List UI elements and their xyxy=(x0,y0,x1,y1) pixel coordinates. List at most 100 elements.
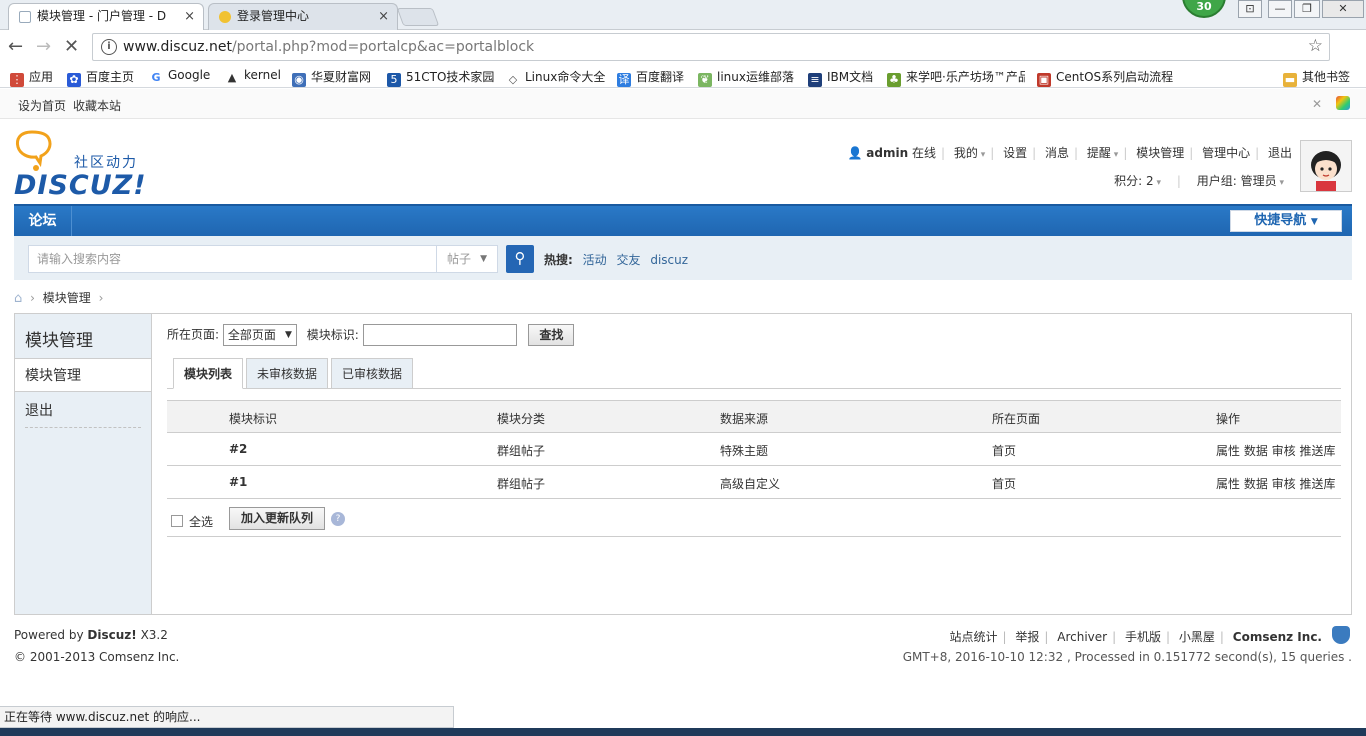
site-footer: Powered by Discuz! X3.2 © 2001-2013 Coms… xyxy=(14,624,1352,674)
bookmark-huaxia[interactable]: ◉ 华夏财富网 xyxy=(292,68,371,87)
company-link[interactable]: Comsenz Inc. xyxy=(1233,630,1322,644)
url-bar[interactable]: i www.discuz.net/portal.php?mod=portalcp… xyxy=(92,33,1330,61)
sidebar-item-module-management[interactable]: 模块管理 xyxy=(15,358,151,392)
bookmark-label: 51CTO技术家园 xyxy=(406,70,495,84)
row-actions[interactable]: 属性 数据 审核 推送库 xyxy=(1216,475,1335,492)
notification-badge[interactable]: 30 xyxy=(1182,0,1226,18)
nav-messages[interactable]: 消息 xyxy=(1045,146,1069,160)
bookmark-baidu-translate[interactable]: 译百度翻译 xyxy=(617,68,684,87)
search-type-select[interactable]: 帖子 ▼ xyxy=(436,245,498,273)
bookmark-label: 其他书签 xyxy=(1302,70,1351,84)
bookmark-linux-cmd[interactable]: ◇ Linux命令大全 xyxy=(506,68,605,87)
bookmark-star-icon[interactable]: ☆ xyxy=(1308,36,1323,56)
col-module-id: 模块标识 xyxy=(229,412,278,426)
user-icon[interactable]: ⊡ xyxy=(1238,0,1262,18)
user-meta: 积分: 2 ▾ | 用户组: 管理员 ▾ xyxy=(1114,174,1284,188)
site-top-strip: 设为首页 收藏本站 ✕ xyxy=(0,89,1366,119)
bookmark-apps[interactable]: ⋮ 应用 xyxy=(10,68,53,87)
minimize-button[interactable]: — xyxy=(1268,0,1292,18)
discuz-logo[interactable]: 社区动力 DISCUZ! xyxy=(14,130,154,201)
bookmark-ibm[interactable]: ≡ IBM文档 xyxy=(808,68,873,87)
product-link[interactable]: Discuz! xyxy=(87,628,136,642)
online-status: 在线 xyxy=(911,146,936,160)
apps-icon: ⋮ xyxy=(10,73,24,87)
browser-tab-bar: 模块管理 - 门户管理 - D × 登录管理中心 × 30 ⊡ — ❐ ✕ xyxy=(0,0,1366,31)
find-button[interactable]: 查找 xyxy=(528,324,575,346)
bookmark-laixueba[interactable]: ♣ 来学吧·乐产坊场™产品 xyxy=(887,68,1025,87)
link-site-stats[interactable]: 站点统计 xyxy=(949,630,997,644)
tab-unreviewed-data[interactable]: 未审核数据 xyxy=(246,358,328,389)
back-button[interactable]: ← xyxy=(8,36,23,57)
color-scheme-icon[interactable] xyxy=(1336,96,1350,110)
page-filter-select[interactable]: 全部页面 xyxy=(222,324,297,346)
restore-button[interactable]: ❐ xyxy=(1294,0,1320,18)
link-archiver[interactable]: Archiver xyxy=(1057,630,1107,644)
bookmark-google[interactable]: G Google xyxy=(149,68,210,85)
bookmark-label: 应用 xyxy=(29,70,54,84)
bookmark-other[interactable]: ▬ 其他书签 xyxy=(1283,68,1350,87)
bookmark-centos[interactable]: ▣ CentOS系列启动流程 xyxy=(1037,68,1175,87)
nav-module-management[interactable]: 模块管理 xyxy=(1136,146,1184,160)
search-button[interactable]: ⚲ xyxy=(506,245,534,273)
info-icon[interactable]: i xyxy=(101,39,117,55)
sprout-icon: ♣ xyxy=(887,73,901,87)
col-source: 数据来源 xyxy=(720,412,769,426)
bookmark-site-link[interactable]: 收藏本站 xyxy=(73,97,121,114)
module-id-input[interactable] xyxy=(362,324,517,346)
nav-logout[interactable]: 退出 xyxy=(1268,146,1292,160)
hot-link-activity[interactable]: 活动 xyxy=(583,253,607,267)
bookmark-linux-ops[interactable]: ❦ linux运维部落 xyxy=(698,68,794,87)
page-filter-label: 所在页面: xyxy=(167,327,220,342)
version-text: X3.2 xyxy=(140,628,168,642)
security-shield-icon[interactable] xyxy=(1332,626,1350,644)
close-window-button[interactable]: ✕ xyxy=(1322,0,1364,18)
help-icon[interactable]: ? xyxy=(331,512,345,526)
home-icon[interactable]: ⌂ xyxy=(14,291,22,306)
hot-link-friends[interactable]: 交友 xyxy=(616,253,640,267)
nav-my[interactable]: 我的 xyxy=(954,146,978,160)
forward-button[interactable]: → xyxy=(36,36,51,57)
link-blacklist[interactable]: 小黑屋 xyxy=(1179,630,1215,644)
ibm-icon: ≡ xyxy=(808,73,822,87)
add-to-update-queue-button[interactable]: 加入更新队列 xyxy=(229,507,325,530)
google-icon: G xyxy=(149,71,163,85)
expand-icon[interactable]: ✕ xyxy=(1312,97,1322,111)
breadcrumb-current[interactable]: 模块管理 xyxy=(43,291,91,305)
search-input[interactable]: 请输入搜索内容 xyxy=(28,245,438,273)
select-all-label[interactable]: 全选 xyxy=(189,513,213,530)
close-tab-icon[interactable]: × xyxy=(378,4,389,29)
browser-status-bar: 正在等待 www.discuz.net 的响应... xyxy=(0,706,454,728)
bookmark-baidu[interactable]: ✿ 百度主页 xyxy=(67,68,134,87)
nav-forum[interactable]: 论坛 xyxy=(14,206,72,236)
diamond-icon: ◇ xyxy=(506,73,520,87)
usergroup-link[interactable]: 用户组: 管理员 xyxy=(1197,174,1277,188)
bookmark-label: Google xyxy=(168,68,211,82)
nav-admin-center[interactable]: 管理中心 xyxy=(1202,146,1250,160)
link-report[interactable]: 举报 xyxy=(1015,630,1039,644)
close-tab-icon[interactable]: × xyxy=(184,4,195,29)
footer-links: 站点统计 | 举报 | Archiver | 手机版 | 小黑屋 | Comsenz In… xyxy=(949,630,1322,644)
username-link[interactable]: admin xyxy=(866,146,908,160)
hot-link-discuz[interactable]: discuz xyxy=(650,253,688,267)
new-tab-button[interactable] xyxy=(396,8,440,26)
avatar[interactable] xyxy=(1300,140,1352,192)
set-homepage-link[interactable]: 设为首页 xyxy=(18,97,66,114)
bookmark-51cto[interactable]: 5 51CTO技术家园 xyxy=(387,68,494,87)
source-cell: 特殊主题 xyxy=(720,444,769,458)
tab-module-list[interactable]: 模块列表 xyxy=(173,358,243,389)
folder-icon: ▬ xyxy=(1283,73,1297,87)
sidebar-item-logout[interactable]: 退出 xyxy=(25,400,141,428)
link-mobile[interactable]: 手机版 xyxy=(1125,630,1161,644)
bookmark-kernel[interactable]: ▲ kernel xyxy=(225,68,281,85)
nav-settings[interactable]: 设置 xyxy=(1003,146,1027,160)
content-area: 所在页面: 全部页面 模块标识: 查找 模块列表 未审核数据 已审核数据 模块标… xyxy=(167,314,1341,614)
tab-module-management[interactable]: 模块管理 - 门户管理 - D × xyxy=(8,3,204,31)
points-link[interactable]: 积分: 2 xyxy=(1114,174,1154,188)
tab-login-admin[interactable]: 登录管理中心 × xyxy=(208,3,398,30)
stop-button[interactable]: ✕ xyxy=(64,36,79,57)
select-all-checkbox[interactable] xyxy=(171,515,183,527)
quick-nav-button[interactable]: 快捷导航 ▼ xyxy=(1230,210,1342,232)
row-actions[interactable]: 属性 数据 审核 推送库 xyxy=(1216,442,1335,459)
tab-reviewed-data[interactable]: 已审核数据 xyxy=(331,358,413,389)
nav-reminders[interactable]: 提醒 xyxy=(1087,146,1111,160)
